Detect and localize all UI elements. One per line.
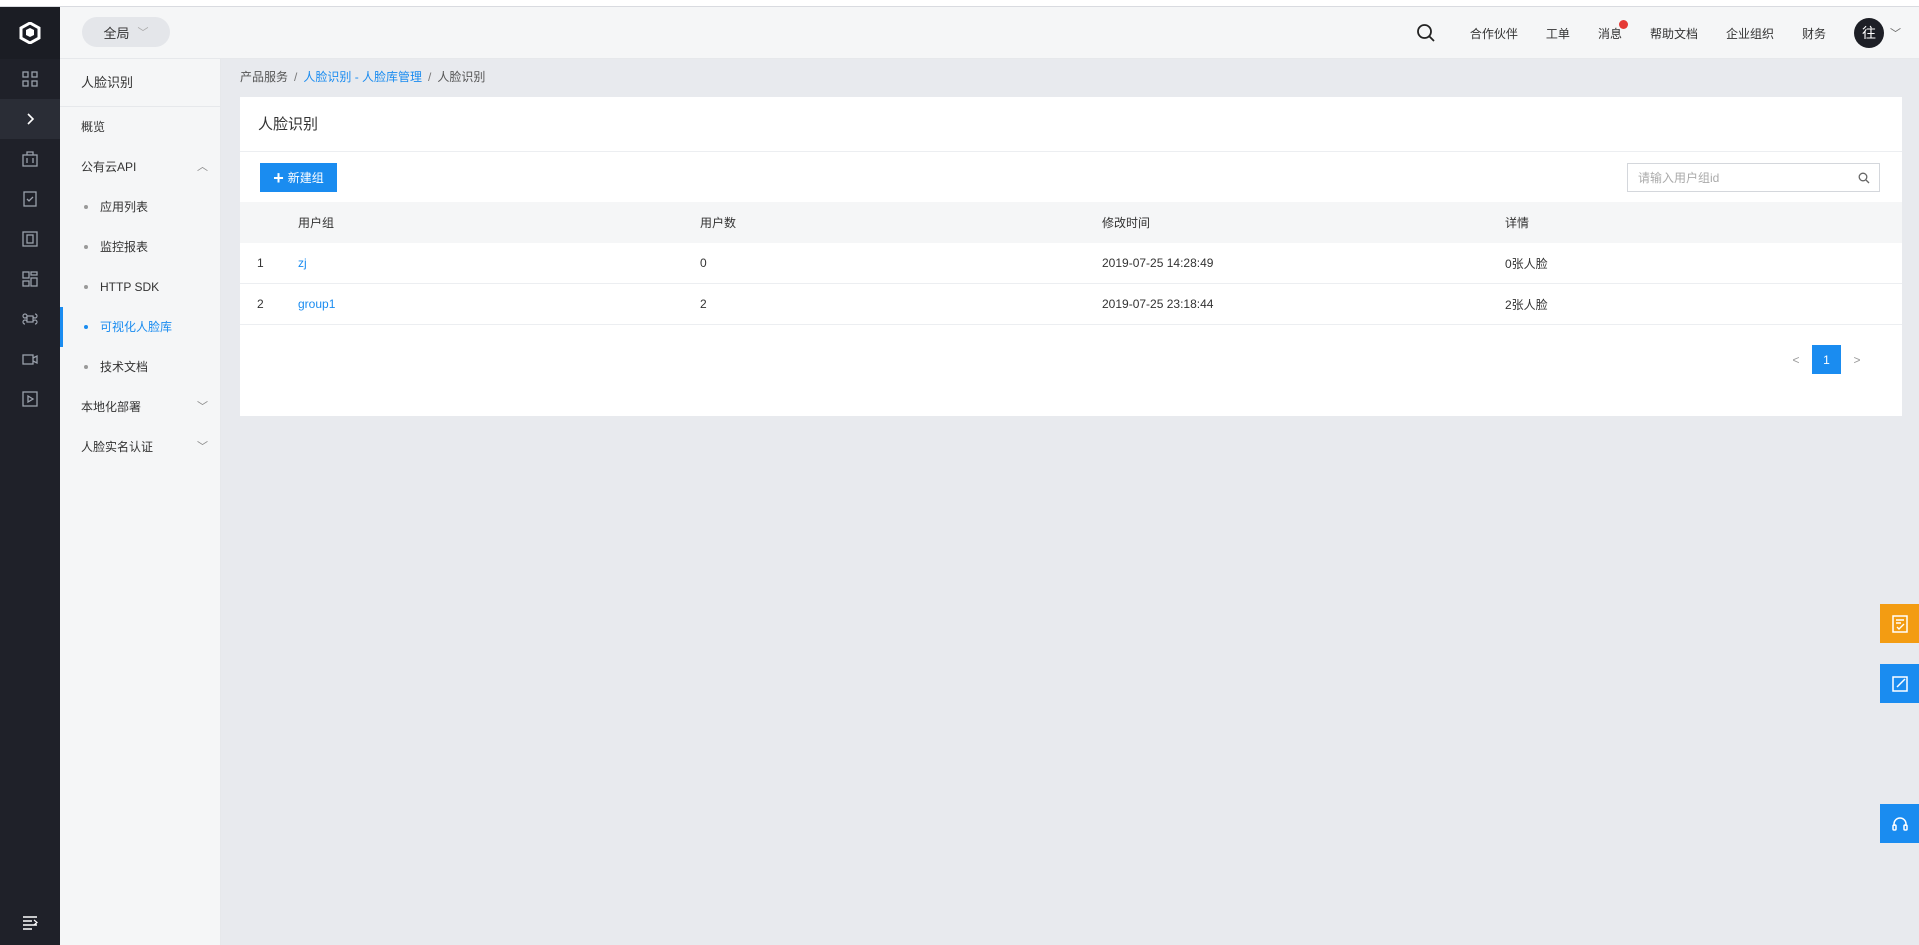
search-icon[interactable] [1849,172,1879,184]
top-header: 全局 ﹀ 合作伙伴 工单 消息 帮助文档 企业组织 财务 往 ﹀ [60,7,1919,59]
command-icon[interactable] [0,299,60,339]
row-users: 0 [700,256,707,270]
row-modified: 2019-07-25 14:28:49 [1102,256,1214,270]
header-users: 用户数 [700,216,737,230]
sidebar-item-label: 公有云API [81,160,137,174]
top-border [0,0,1919,7]
sidebar-item-face-library[interactable]: 可视化人脸库 [60,307,220,347]
group-link[interactable]: group1 [298,297,335,311]
sidebar-item-overview[interactable]: 概览 [60,107,220,147]
side-nav: 人脸识别 概览 公有云API ︿ 应用列表 监控报表 HTTP SDK 可视化人… [60,59,221,945]
modules-icon[interactable] [0,259,60,299]
dashboard-icon[interactable] [0,59,60,99]
breadcrumb-root[interactable]: 产品服务 [240,70,288,84]
row-index: 2 [257,297,264,311]
plus-icon: + [273,167,284,188]
new-group-button[interactable]: + 新建组 [260,163,337,192]
search-icon[interactable] [1416,23,1436,43]
sidebar-item-monitor-report[interactable]: 监控报表 [60,227,220,267]
header-link-messages[interactable]: 消息 [1597,19,1628,42]
table-header: 用户组 用户数 修改时间 详情 [240,202,1902,243]
sidebar-item-label: 本地化部署 [81,400,142,414]
sidebar-item-label: 人脸实名认证 [81,440,154,454]
messages-label: 消息 [1597,26,1622,41]
page-number-button[interactable]: 1 [1812,345,1841,374]
row-detail: 0张人脸 [1505,256,1548,271]
header-link-help[interactable]: 帮助文档 [1650,25,1698,42]
icon-rail [0,7,60,945]
sidebar-item-public-api[interactable]: 公有云API ︿ [60,147,220,187]
logo-icon[interactable] [0,7,60,59]
row-users: 2 [700,297,707,311]
chevron-down-icon: ﹀ [197,441,208,453]
page-prev-button[interactable]: < [1785,353,1807,367]
header-link-finance[interactable]: 财务 [1802,25,1826,42]
table-row: 1 zj 0 2019-07-25 14:28:49 0张人脸 [240,243,1902,284]
header-modified: 修改时间 [1102,216,1151,230]
header-link-partner[interactable]: 合作伙伴 [1470,25,1518,42]
group-search [1627,163,1880,192]
chevron-up-icon: ︿ [197,161,208,173]
sidebar-item-realname[interactable]: 人脸实名认证 ﹀ [60,427,220,467]
header-link-ticket[interactable]: 工单 [1546,25,1570,42]
new-group-label: 新建组 [287,171,324,185]
table-row: 2 group1 2 2019-07-25 23:18:44 2张人脸 [240,284,1902,325]
breadcrumb: 产品服务 / 人脸识别 - 人脸库管理 / 人脸识别 [240,70,486,84]
customer-service-button[interactable] [1880,804,1919,843]
document-grid-icon[interactable] [0,219,60,259]
menu-list-icon[interactable] [0,901,60,945]
sidebar-item-tech-docs[interactable]: 技术文档 [60,347,220,387]
pagination: < 1 > [1785,345,1868,374]
avatar-chevron-down-icon[interactable]: ﹀ [1890,25,1901,41]
avatar[interactable]: 往 [1854,18,1884,48]
page-next-button[interactable]: > [1846,353,1868,367]
header-detail: 详情 [1505,216,1530,230]
briefcase-icon[interactable] [0,139,60,179]
notification-dot [1618,19,1628,29]
scope-label: 全局 [103,25,130,41]
header-group: 用户组 [298,216,335,230]
row-modified: 2019-07-25 23:18:44 [1102,297,1214,311]
row-index: 1 [257,256,264,270]
header-right: 合作伙伴 工单 消息 帮助文档 企业组织 财务 往 ﹀ [1416,7,1919,59]
checklist-icon [1891,614,1908,633]
main-card: 人脸识别 + 新建组 用户组 用户数 修改时间 详情 1 zj 0 2019-0… [240,97,1902,416]
video-camera-icon[interactable] [0,339,60,379]
document-check-icon[interactable] [0,179,60,219]
breadcrumb-current: 人脸识别 [437,70,486,84]
headset-icon [1891,816,1908,831]
scope-selector[interactable]: 全局 ﹀ [82,17,170,47]
sidebar-item-local-deploy[interactable]: 本地化部署 ﹀ [60,387,220,427]
row-detail: 2张人脸 [1505,297,1548,312]
breadcrumb-middle[interactable]: 人脸识别 - 人脸库管理 [303,70,422,84]
play-box-icon[interactable] [0,379,60,419]
group-search-input[interactable] [1628,164,1849,191]
feedback-form-button[interactable] [1880,604,1919,643]
edit-icon [1891,675,1908,692]
side-nav-title: 人脸识别 [60,59,220,107]
group-table: 用户组 用户数 修改时间 详情 1 zj 0 2019-07-25 14:28:… [240,202,1902,325]
page-title: 人脸识别 [240,97,1902,152]
sidebar-item-http-sdk[interactable]: HTTP SDK [60,267,220,307]
expand-arrow-icon[interactable] [0,99,60,139]
chevron-down-icon: ﹀ [137,27,149,39]
sidebar-item-app-list[interactable]: 应用列表 [60,187,220,227]
edit-button[interactable] [1880,664,1919,703]
header-link-org[interactable]: 企业组织 [1726,25,1774,42]
chevron-down-icon: ﹀ [197,401,208,413]
group-link[interactable]: zj [298,256,307,270]
